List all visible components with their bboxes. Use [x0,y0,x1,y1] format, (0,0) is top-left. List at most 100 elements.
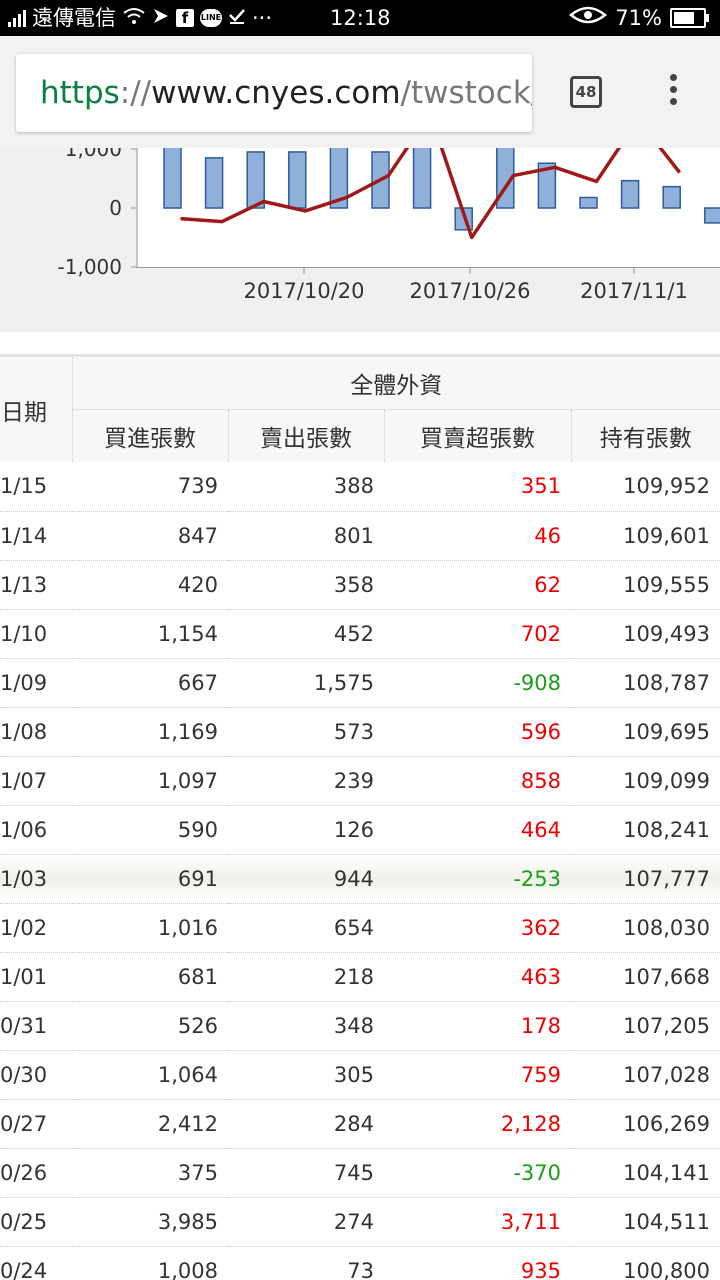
date-cell: 0/25 [0,1197,72,1247]
sell-cell: 126 [228,805,384,855]
holding-cell: 109,601 [571,511,720,561]
table-row: 0/27 2,412 284 2,128 106,269 [0,1099,720,1149]
holding-cell: 104,511 [571,1197,720,1247]
date-cell: 1/02 [0,903,72,953]
date-cell: 1/14 [0,511,72,561]
sell-cell: 239 [228,756,384,806]
holding-cell: 108,030 [571,903,720,953]
sell-cell: 284 [228,1099,384,1149]
chart-bar [246,151,265,209]
wifi-icon [122,0,146,36]
net-cell: -908 [384,658,571,708]
chart-bar [163,148,182,209]
chart-bar [620,179,640,209]
battery-percent: 71% [615,6,662,30]
table-row: 1/13 420 358 62 109,555 [0,560,720,610]
date-cell: 0/27 [0,1099,72,1149]
net-cell: 702 [384,609,571,659]
holding-cell: 108,241 [571,805,720,855]
net-cell: 3,711 [384,1197,571,1247]
table-row: 1/14 847 801 46 109,601 [0,511,720,561]
buy-cell: 1,169 [72,707,228,757]
y-tick-label: -1,000 [58,255,122,279]
foreign-investor-chart: 1,000 0 -1,000 2017/10/20 2017/10/26 2017/11/… [58,148,720,303]
net-cell: 464 [384,805,571,855]
date-cell: 0/30 [0,1050,72,1100]
buy-cell: 847 [72,511,228,561]
buy-cell: 526 [72,1001,228,1051]
eye-icon [569,0,608,36]
buy-shares-header: 買進張數 [72,409,229,462]
table-row: 0/26 375 745 -370 104,141 [0,1148,720,1198]
sell-cell: 944 [228,854,384,904]
status-bar: 遠傳電信 f LINE ··· 12:18 71% [0,0,720,36]
sell-cell: 388 [228,462,384,512]
holding-cell: 107,668 [571,952,720,1002]
buy-cell: 420 [72,560,228,610]
y-tick-label: 1,000 [65,148,122,161]
buy-cell: 739 [72,462,228,512]
net-cell: -253 [384,854,571,904]
table-row: 1/06 590 126 464 108,241 [0,805,720,855]
overflow-menu-icon[interactable] [670,74,678,110]
browser-toolbar: https://www.cnyes.com/twstock/ 48 [0,36,720,148]
battery-icon [670,8,709,28]
line-app-icon: LINE [200,9,222,27]
buy-cell: 3,985 [72,1197,228,1247]
y-tick-label: 0 [109,196,122,220]
send-icon [152,0,170,36]
url-separator: :// [119,75,152,111]
date-cell: 1/01 [0,952,72,1002]
date-cell: 1/09 [0,658,72,708]
date-cell: 0/24 [0,1246,72,1280]
table-row: 1/02 1,016 654 362 108,030 [0,903,720,953]
table-row: 0/25 3,985 274 3,711 104,511 [0,1197,720,1247]
holding-cell: 109,099 [571,756,720,806]
chart-bar [204,157,224,209]
sell-shares-header: 賣出張數 [228,409,385,462]
holding-cell: 109,952 [571,462,720,512]
sell-cell: 274 [228,1197,384,1247]
sell-cell: 745 [228,1148,384,1198]
table-row: 0/24 1,008 73 935 100,800 [0,1246,720,1280]
download-done-icon [228,0,246,36]
sell-cell: 452 [228,609,384,659]
net-cell: 362 [384,903,571,953]
table-row: 0/31 526 348 178 107,205 [0,1001,720,1051]
clock: 12:18 [330,6,391,30]
date-cell: 1/07 [0,756,72,806]
net-cell: 2,128 [384,1099,571,1149]
url-bar[interactable]: https://www.cnyes.com/twstock/ [16,54,532,132]
table-row: 0/30 1,064 305 759 107,028 [0,1050,720,1100]
chart-bar [662,185,681,209]
net-shares-header: 買賣超張數 [384,409,572,462]
buy-cell: 590 [72,805,228,855]
net-cell: 351 [384,462,571,512]
sell-cell: 573 [228,707,384,757]
institutional-trading-table: 日期 全體外資 買進張數 賣出張數 買賣超張數 持有張數 1/15 739 388 3… [0,354,720,1280]
net-cell: 858 [384,756,571,806]
url-scheme: https [40,75,120,111]
table-row: 1/15 739 388 351 109,952 [0,462,720,512]
net-cell: 46 [384,511,571,561]
net-cell: -370 [384,1148,571,1198]
chart-bar [412,148,432,209]
sell-cell: 654 [228,903,384,953]
tab-switcher-button[interactable]: 48 [570,76,602,108]
date-cell: 0/26 [0,1148,72,1198]
sell-cell: 358 [228,560,384,610]
sell-cell: 305 [228,1050,384,1100]
date-cell: 1/13 [0,560,72,610]
holding-cell: 109,493 [571,609,720,659]
table-row: 1/09 667 1,575 -908 108,787 [0,658,720,708]
holding-cell: 108,787 [571,658,720,708]
date-cell: 1/03 [0,854,72,904]
carrier-label: 遠傳電信 [32,6,116,30]
date-cell: 1/08 [0,707,72,757]
x-tick-label: 2017/10/26 [409,279,530,303]
chart-bar [579,196,598,209]
facebook-icon: f [176,9,194,27]
x-tick-label: 2017/11/1 [580,279,688,303]
net-cell: 596 [384,707,571,757]
url-domain: www.cnyes.com [151,75,401,111]
